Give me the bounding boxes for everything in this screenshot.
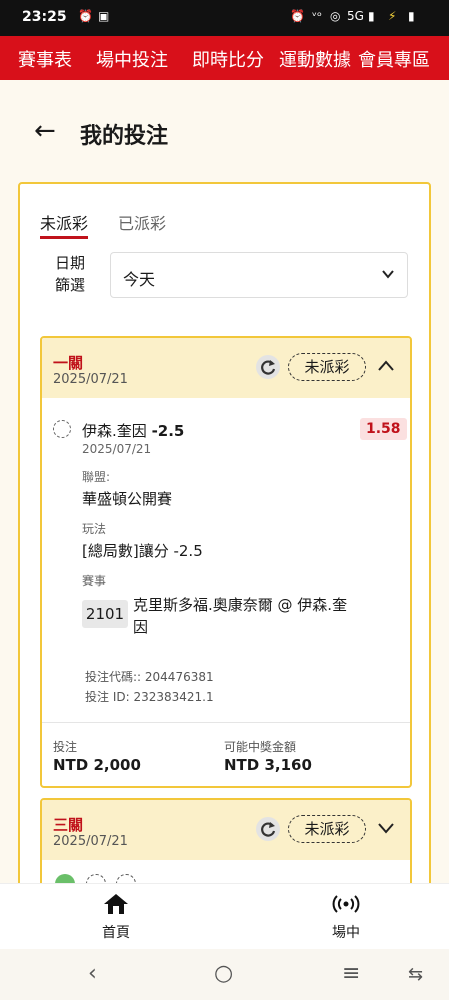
payout-label: 可能中獎金額 (224, 740, 297, 754)
signal-icon: ▮ (368, 9, 375, 23)
bottom-nav-home[interactable]: 首頁 (76, 892, 156, 942)
status-badge: 未派彩 (288, 353, 366, 381)
card-divider (42, 722, 410, 723)
system-recents-icon[interactable]: ≡ (342, 961, 360, 986)
charging-icon: ⚡ (388, 9, 397, 23)
event-label: 賽事 (82, 574, 107, 588)
bottom-nav: 首頁 場中 (0, 883, 449, 949)
back-arrow-icon[interactable]: ← (34, 116, 56, 146)
top-nav: 賽事表 場中投注 即時比分 運動數據 會員專區 (0, 36, 449, 80)
hotspot-icon: ◎ (330, 9, 341, 23)
bet-code: 投注代碼:: 204476381 (85, 670, 214, 684)
tab-unsettled[interactable]: 未派彩 (40, 210, 89, 239)
bet-card-header[interactable]: 一關 2025/07/21 未派彩 (42, 338, 410, 398)
bet-date: 2025/07/21 (53, 372, 128, 387)
live-broadcast-icon (332, 895, 360, 913)
date-filter-value: 今天 (123, 270, 156, 289)
bets-panel: 未派彩 已派彩 日期 篩選 今天 一關 2025/07/21 未派彩 伊森.奎因… (18, 182, 431, 922)
tab-settled[interactable]: 已派彩 (118, 210, 166, 234)
market-label: 玩法 (82, 522, 107, 536)
page-header: ← 我的投注 (0, 80, 449, 180)
top-nav-live-betting[interactable]: 場中投注 (96, 46, 168, 72)
refresh-icon[interactable] (256, 817, 280, 841)
rotate-icon[interactable]: ⇆ (408, 964, 423, 985)
event-id: 2101 (82, 600, 128, 628)
refresh-icon[interactable] (256, 355, 280, 379)
volte-icon: ᵛᵒ (312, 9, 322, 23)
selection-date: 2025/07/21 (82, 442, 152, 456)
payout-value: NTD 3,160 (224, 756, 312, 774)
league-value: 華盛頓公開賽 (82, 490, 173, 508)
chevron-down-icon (382, 270, 394, 279)
selection-status-icon (53, 420, 71, 438)
odds-badge: 1.58 (360, 418, 407, 440)
top-nav-sports-data[interactable]: 運動數據 (279, 46, 351, 72)
date-filter-select[interactable]: 今天 (110, 252, 408, 298)
bet-card-header[interactable]: 三關 2025/07/21 未派彩 (42, 800, 410, 860)
status-badge: 未派彩 (288, 815, 366, 843)
alarm-icon: ⏰ (78, 9, 93, 23)
top-nav-schedule[interactable]: 賽事表 (18, 46, 72, 72)
network-type: 5G (347, 9, 364, 23)
bet-card: 一關 2025/07/21 未派彩 伊森.奎因 -2.5 1.58 2025/0… (40, 336, 412, 788)
league-label: 聯盟: (82, 470, 111, 484)
market-value: [總局數]讓分 -2.5 (82, 542, 203, 560)
top-nav-live-score[interactable]: 即時比分 (192, 46, 264, 72)
page-title: 我的投注 (80, 124, 169, 149)
stake-label: 投注 (53, 740, 78, 754)
system-back-icon[interactable]: ‹ (88, 961, 97, 986)
selection-text: 伊森.奎因 -2.5 (82, 422, 185, 440)
stake-value: NTD 2,000 (53, 756, 141, 774)
bet-type: 三關 (53, 816, 84, 834)
status-time: 23:25 (22, 9, 67, 25)
system-nav-bar: ‹ ○ ≡ ⇆ (0, 949, 449, 1000)
bottom-nav-live[interactable]: 場中 (306, 892, 386, 942)
status-bar: 23:25 ⏰ ▣ ⏰ ᵛᵒ ◎ 5G ▮ ⚡ ▮ (0, 0, 449, 36)
bet-id: 投注 ID: 232383421.1 (85, 690, 214, 704)
cast-icon: ▣ (98, 9, 110, 23)
system-home-icon[interactable]: ○ (214, 961, 233, 986)
chevron-down-icon[interactable] (376, 820, 396, 836)
top-nav-member-zone[interactable]: 會員專區 (358, 46, 430, 72)
date-filter-label: 日期 篩選 (54, 254, 85, 294)
battery-icon: ▮ (408, 9, 415, 23)
chevron-up-icon[interactable] (376, 358, 396, 374)
bet-date: 2025/07/21 (53, 834, 128, 849)
alarm-status-icon: ⏰ (290, 9, 305, 23)
home-icon (104, 894, 128, 914)
event-name: 克里斯多福.奧康奈爾 @ 伊森.奎因 (133, 596, 348, 636)
bet-type: 一關 (53, 354, 84, 372)
